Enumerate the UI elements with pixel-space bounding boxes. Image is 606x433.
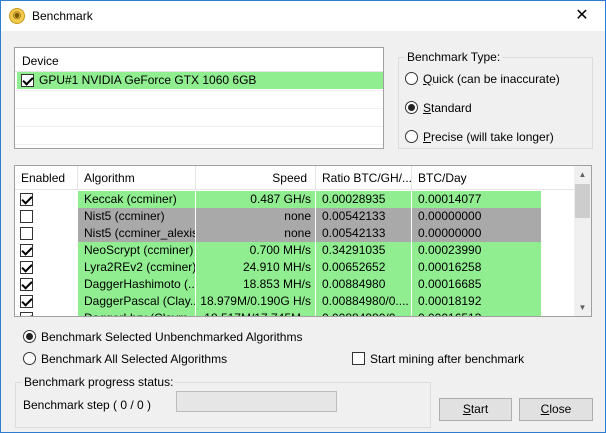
row-enabled-cell[interactable]: [15, 293, 78, 310]
table-row[interactable]: DaggerHashimoto (... 18.853 MH/s 0.0088498…: [15, 276, 575, 293]
row-btc-day-cell: 0.00018192: [412, 293, 542, 310]
grid-line: [15, 144, 383, 145]
col-speed[interactable]: Speed: [196, 166, 316, 190]
table-row[interactable]: DaggerLbry (Claym...18.517M/17.745M...0.…: [15, 310, 575, 316]
algorithm-table[interactable]: Enabled Algorithm Speed Ratio BTC/GH/...…: [14, 165, 592, 317]
device-column-header[interactable]: Device: [15, 48, 383, 72]
bench-all-option[interactable]: Benchmark All Selected Algorithms: [23, 351, 227, 366]
radio-precise-circle[interactable]: [405, 130, 418, 144]
row-speed-cell: 18.517M/17.745M...: [196, 310, 316, 316]
row-enabled-checkbox[interactable]: [20, 244, 33, 257]
bench-all-radio[interactable]: [23, 352, 36, 366]
row-enabled-checkbox[interactable]: [20, 210, 33, 223]
row-btc-day-cell: 0.00016258: [412, 259, 542, 276]
row-enabled-cell[interactable]: [15, 276, 78, 293]
col-btc-day[interactable]: BTC/Day: [412, 166, 542, 190]
grid-line: [15, 90, 383, 91]
row-ratio-cell: 0.00884980: [316, 276, 412, 293]
device-list[interactable]: Device GPU#1 NVIDIA GeForce GTX 1060 6GB: [14, 47, 384, 149]
row-algorithm-cell: Nist5 (ccminer_alexis): [78, 225, 196, 242]
table-row[interactable]: Nist5 (ccminer) none 0.00542133 0.00000000: [15, 208, 575, 225]
row-btc-day-cell: 0.00016685: [412, 276, 542, 293]
row-ratio-cell: 0.00884980/0....: [316, 310, 412, 316]
row-algorithm-cell: Keccak (ccminer): [78, 191, 196, 208]
row-enabled-cell[interactable]: [15, 259, 78, 276]
close-button[interactable]: Close: [519, 398, 593, 421]
col-ratio[interactable]: Ratio BTC/GH/...: [316, 166, 412, 190]
table-row[interactable]: Lyra2REv2 (ccminer) 24.910 MH/s 0.00652652…: [15, 259, 575, 276]
window-title: Benchmark: [32, 9, 93, 23]
row-speed-cell: 24.910 MH/s: [196, 259, 316, 276]
row-enabled-checkbox[interactable]: [20, 193, 33, 206]
progress-legend: Benchmark progress status:: [22, 375, 176, 389]
radio-quick[interactable]: Quick (can be inaccurate): [405, 71, 560, 86]
benchmark-step-label: Benchmark step ( 0 / 0 ): [23, 398, 152, 412]
device-label: GPU#1 NVIDIA GeForce GTX 1060 6GB: [39, 73, 257, 87]
benchmark-window: ◉ Benchmark ✕ Device GPU#1 NVIDIA GeForc…: [0, 0, 606, 433]
row-speed-cell: 0.487 GH/s: [196, 191, 316, 208]
row-algorithm-cell: NeoScrypt (ccminer): [78, 242, 196, 259]
table-row[interactable]: DaggerPascal (Clay... 18.979M/0.190G H/s 0…: [15, 293, 575, 310]
row-enabled-cell[interactable]: [15, 242, 78, 259]
algorithm-table-header: Enabled Algorithm Speed Ratio BTC/GH/...…: [15, 166, 575, 190]
benchmark-progress-bar: [176, 391, 337, 412]
row-ratio-cell: 0.00028935: [316, 191, 412, 208]
col-enabled[interactable]: Enabled: [15, 166, 78, 190]
start-mining-option[interactable]: Start mining after benchmark: [352, 351, 524, 366]
radio-quick-circle[interactable]: [405, 72, 418, 86]
row-algorithm-cell: DaggerLbry (Claym...: [78, 310, 196, 316]
col-algorithm[interactable]: Algorithm: [78, 166, 196, 190]
table-row[interactable]: Keccak (ccminer) 0.487 GH/s 0.00028935 0.00…: [15, 191, 575, 208]
row-algorithm-cell: DaggerPascal (Clay...: [78, 293, 196, 310]
start-mining-checkbox[interactable]: [352, 352, 365, 366]
row-enabled-checkbox[interactable]: [20, 278, 33, 291]
scroll-down-icon[interactable]: ▼: [574, 299, 591, 316]
row-speed-cell: none: [196, 225, 316, 242]
row-speed-cell: 0.700 MH/s: [196, 242, 316, 259]
row-btc-day-cell: 0.00023990: [412, 242, 542, 259]
row-speed-cell: 18.979M/0.190G H/s: [196, 293, 316, 310]
scroll-thumb[interactable]: [575, 184, 590, 218]
start-button[interactable]: Start: [439, 398, 512, 421]
row-enabled-checkbox[interactable]: [20, 312, 33, 316]
row-enabled-cell[interactable]: [15, 191, 78, 208]
close-icon[interactable]: ✕: [559, 1, 605, 31]
table-row[interactable]: Nist5 (ccminer_alexis) none 0.00542133 0.00…: [15, 225, 575, 242]
benchmark-type-legend: Benchmark Type:: [405, 50, 503, 64]
device-checkbox[interactable]: [21, 74, 34, 87]
row-enabled-cell[interactable]: [15, 208, 78, 225]
radio-standard-circle[interactable]: [405, 101, 418, 115]
row-ratio-cell: 0.00542133: [316, 208, 412, 225]
row-ratio-cell: 0.00884980/0....: [316, 293, 412, 310]
table-row[interactable]: NeoScrypt (ccminer) 0.700 MH/s 0.34291035 0…: [15, 242, 575, 259]
row-enabled-checkbox[interactable]: [20, 261, 33, 274]
row-speed-cell: 18.853 MH/s: [196, 276, 316, 293]
vertical-scrollbar[interactable]: ▲ ▼: [574, 166, 591, 316]
row-algorithm-cell: Nist5 (ccminer): [78, 208, 196, 225]
row-btc-day-cell: 0.00014077: [412, 191, 542, 208]
row-btc-day-cell: 0.00000000: [412, 225, 542, 242]
grid-line: [15, 108, 383, 109]
scroll-up-icon[interactable]: ▲: [574, 166, 591, 183]
bench-unbenchmarked-option[interactable]: Benchmark Selected Unbenchmarked Algorit…: [23, 329, 302, 344]
row-ratio-cell: 0.00542133: [316, 225, 412, 242]
title-bar[interactable]: ◉ Benchmark ✕: [1, 1, 605, 31]
row-btc-day-cell: 0.00016513: [412, 310, 542, 316]
row-enabled-checkbox[interactable]: [20, 227, 33, 240]
grid-line: [15, 126, 383, 127]
radio-standard[interactable]: Standard: [405, 100, 472, 115]
row-ratio-cell: 0.34291035: [316, 242, 412, 259]
device-row[interactable]: GPU#1 NVIDIA GeForce GTX 1060 6GB: [17, 72, 383, 89]
row-btc-day-cell: 0.00000000: [412, 208, 542, 225]
bench-unbenchmarked-radio[interactable]: [23, 330, 36, 344]
row-enabled-checkbox[interactable]: [20, 295, 33, 308]
row-algorithm-cell: Lyra2REv2 (ccminer): [78, 259, 196, 276]
row-enabled-cell[interactable]: [15, 310, 78, 316]
radio-precise[interactable]: Precise (will take longer): [405, 129, 554, 144]
app-coin-icon: ◉: [9, 8, 25, 24]
row-algorithm-cell: DaggerHashimoto (...: [78, 276, 196, 293]
row-enabled-cell[interactable]: [15, 225, 78, 242]
row-ratio-cell: 0.00652652: [316, 259, 412, 276]
row-speed-cell: none: [196, 208, 316, 225]
